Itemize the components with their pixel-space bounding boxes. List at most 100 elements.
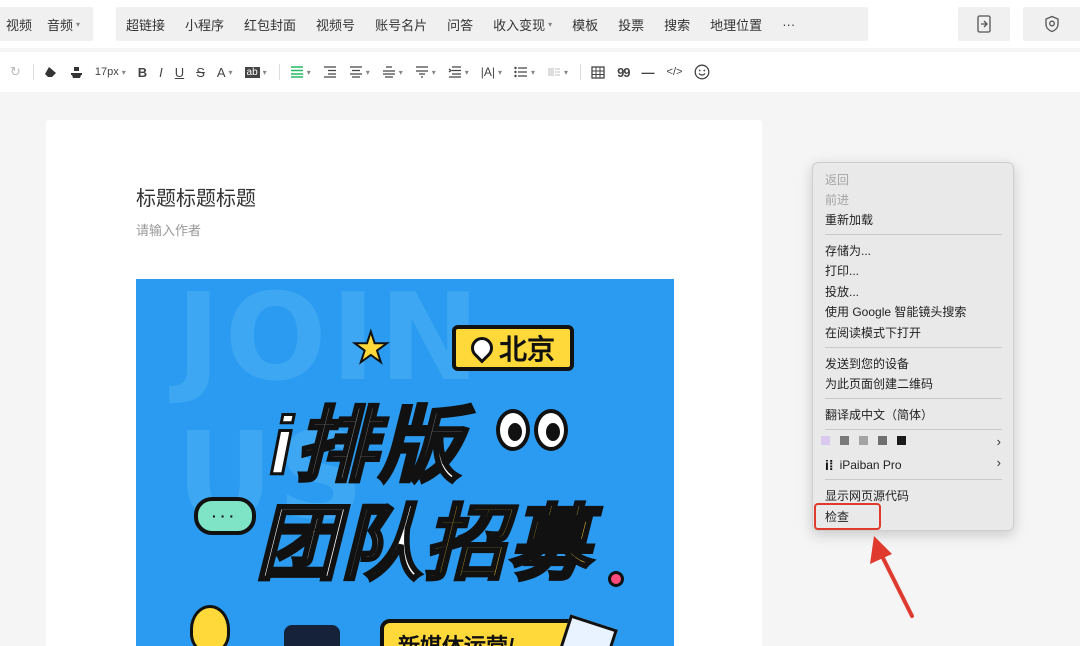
eye-left xyxy=(496,409,530,451)
font-color-button[interactable]: A ▾ xyxy=(217,65,233,80)
insert-group: 超链接 小程序 红包封面 视频号 账号名片 问答 收入变现 ▾ 模板 投票 搜索 地理位置 ··· xyxy=(116,7,868,41)
menu-label: 音频 xyxy=(47,17,74,33)
format-toolbar: ↻ 17px ▾ B I U S A ▾ ab ▾ ▾ ▾ ▾ ▾ ▾ |A| ▾ ▾ … xyxy=(0,52,1080,92)
menu-label: 视频号 xyxy=(316,17,356,33)
menu-separator xyxy=(825,429,1002,430)
ipaiban-label: iPaiban Pro xyxy=(839,458,902,472)
menu-b-1[interactable]: 小程序 xyxy=(185,15,224,34)
menu-item-google-lens[interactable]: 使用 Google 智能镜头搜索 xyxy=(825,303,966,320)
underline-button[interactable]: U xyxy=(175,65,184,80)
menu-a-0[interactable]: 视频 xyxy=(6,15,32,34)
swatch-icon xyxy=(821,436,830,445)
table-icon xyxy=(591,65,605,79)
menu-item-reader-mode[interactable]: 在阅读模式下打开 xyxy=(825,324,921,341)
menu-label: 地理位置 xyxy=(710,17,763,33)
menu-label: 视频 xyxy=(6,17,33,33)
font-size-select[interactable]: 17px ▾ xyxy=(95,66,126,78)
menu-label: 账号名片 xyxy=(375,17,428,33)
quote-button[interactable]: 99 xyxy=(617,65,631,80)
headline-part-a: 团队 xyxy=(255,498,424,592)
menu-item-send-to-devices[interactable]: 发送到您的设备 xyxy=(825,355,909,372)
emoji-icon xyxy=(694,64,710,80)
menu-item-forward: 前进 xyxy=(825,193,850,207)
document-icon-button[interactable] xyxy=(958,7,1010,41)
letter-spacing-button[interactable]: |A| ▾ xyxy=(481,65,502,79)
menu-b-4[interactable]: 账号名片 xyxy=(375,15,427,34)
menu-item-ipaiban[interactable]: i⁞ iPaiban Pro xyxy=(825,457,902,473)
menu-item-translate[interactable]: 翻译成中文（简体） xyxy=(825,406,933,423)
menu-b-7[interactable]: 模板 xyxy=(572,15,598,34)
divider-line-button[interactable]: — xyxy=(642,65,655,80)
menu-item-view-source[interactable]: 显示网页源代码 xyxy=(825,487,909,504)
line-height-icon xyxy=(382,66,395,78)
menu-item-print[interactable]: 打印... xyxy=(825,262,859,279)
table-button[interactable] xyxy=(591,65,605,79)
menu-b-6[interactable]: 收入变现 ▾ xyxy=(493,15,552,34)
menu-item-cast[interactable]: 投放... xyxy=(825,283,859,300)
chevron-right-icon: › xyxy=(996,455,1001,470)
menu-b-3[interactable]: 视频号 xyxy=(316,15,355,34)
chat-bubble-icon: ··· xyxy=(194,497,256,535)
menu-b-8[interactable]: 投票 xyxy=(618,15,644,34)
strikethrough-button[interactable]: S xyxy=(196,65,205,80)
emoji-button[interactable] xyxy=(694,64,710,80)
menu-label: 小程序 xyxy=(185,17,225,33)
menu-item-save-as[interactable]: 存储为... xyxy=(825,242,871,259)
chevron-down-icon: ▾ xyxy=(76,19,81,29)
menu-separator xyxy=(825,234,1002,235)
menu-a-1[interactable]: 音频 ▾ xyxy=(47,15,80,34)
extension-swatches-item[interactable] xyxy=(821,436,916,445)
red-arrow-icon xyxy=(870,536,914,618)
author-input[interactable]: 请输入作者 xyxy=(136,220,201,239)
location-text: 北京 xyxy=(498,334,555,365)
bold-button[interactable]: B xyxy=(138,65,147,80)
shield-icon-button[interactable] xyxy=(1023,7,1080,41)
align-center-button[interactable]: ▾ xyxy=(349,66,370,78)
menu-b-9[interactable]: 搜索 xyxy=(664,15,690,34)
toolbar-divider xyxy=(278,64,280,80)
menu-item-reload[interactable]: 重新加载 xyxy=(825,211,873,228)
format-painter-icon[interactable] xyxy=(70,66,83,79)
chevron-down-icon: ▾ xyxy=(548,19,553,29)
location-pin-icon xyxy=(466,332,498,364)
eraser-icon[interactable] xyxy=(44,66,58,78)
star-icon: ★ xyxy=(351,323,391,372)
eye-right xyxy=(534,409,568,451)
article-title[interactable]: 标题标题标题 xyxy=(136,182,256,211)
redo-icon[interactable]: ↻ xyxy=(10,64,21,80)
italic-button[interactable]: I xyxy=(159,65,163,80)
bg-color-button[interactable]: ab ▾ xyxy=(244,66,267,78)
media-group: 视频 音频 ▾ xyxy=(0,7,93,41)
swatch-icon xyxy=(897,436,906,445)
location-tag: 北京 xyxy=(452,325,574,371)
lightbulb-icon xyxy=(190,605,230,646)
menu-b-5[interactable]: 问答 xyxy=(447,15,473,34)
ipaiban-logo-icon: i⁞ xyxy=(825,457,834,473)
bg-color-label: ab xyxy=(244,66,260,78)
bullet-list-button[interactable]: ▾ xyxy=(514,66,535,78)
menu-item-qr-code[interactable]: 为此页面创建二维码 xyxy=(825,375,933,392)
poster-headline-2: 团队招募 xyxy=(255,477,592,596)
toolbar-divider xyxy=(580,64,582,80)
menu-b-2[interactable]: 红包封面 xyxy=(244,15,296,34)
menu-separator xyxy=(825,347,1002,348)
poster-banner: 新媒体运营/ xyxy=(380,619,580,646)
poster-image: JOIN US ★ 北京 i排版 ··· 团队招募 新媒体运营/ xyxy=(136,279,674,646)
menu-separator xyxy=(825,479,1002,480)
list-indent-button[interactable]: ▾ xyxy=(448,66,469,78)
paragraph-spacing-button[interactable]: ▾ xyxy=(415,66,436,78)
font-color-label: A xyxy=(216,64,226,80)
menu-label: 问答 xyxy=(447,17,474,33)
menu-b-10[interactable]: 地理位置 xyxy=(710,15,762,34)
menu-b-11[interactable]: ··· xyxy=(782,17,795,32)
list-indent-icon xyxy=(448,66,461,78)
code-button[interactable]: </> xyxy=(667,66,683,78)
inspect-highlight-box xyxy=(814,503,881,530)
align-left-button[interactable]: ▾ xyxy=(290,66,311,78)
indent-button[interactable] xyxy=(323,66,337,78)
line-height-button[interactable]: ▾ xyxy=(382,66,403,78)
eyes-icon xyxy=(496,409,572,451)
numbered-list-button[interactable]: ▾ xyxy=(547,66,568,78)
numbered-list-icon xyxy=(548,68,561,76)
menu-b-0[interactable]: 超链接 xyxy=(126,15,165,34)
